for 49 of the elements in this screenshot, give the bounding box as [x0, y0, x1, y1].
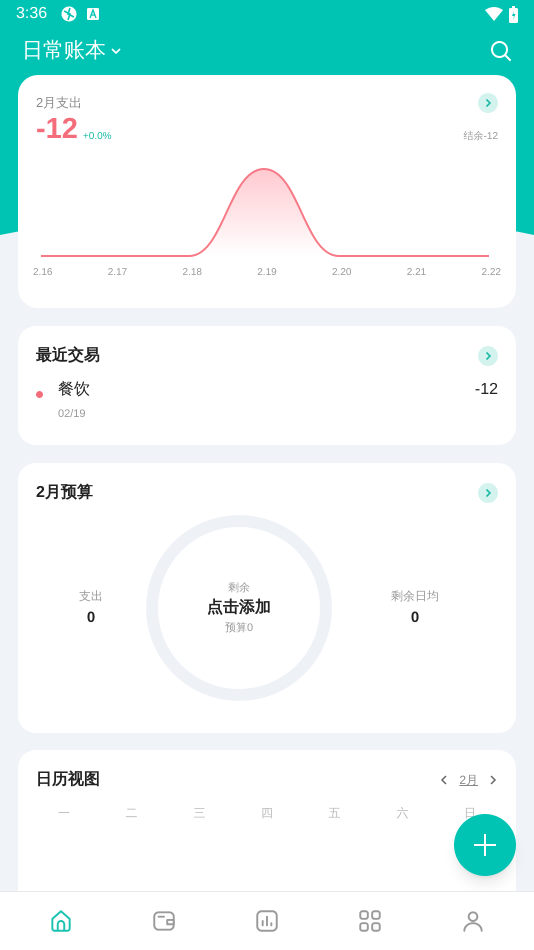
next-month-icon[interactable] [488, 774, 498, 786]
battery-icon [509, 6, 518, 22]
card-title: 日历视图 [36, 769, 100, 790]
weekday-label: 四 [260, 805, 274, 822]
stat-value: 0 [86, 608, 96, 628]
stat-label: 支出 [79, 588, 103, 605]
weekday-label: 二 [124, 805, 139, 822]
chevron-button[interactable] [478, 93, 498, 113]
search-icon[interactable] [490, 40, 512, 62]
axis-label: 2.17 [108, 266, 128, 280]
keyboard-icon [87, 8, 100, 20]
wifi-icon [485, 7, 503, 21]
axis-label: 2.22 [482, 266, 501, 280]
weekday-label: 五 [328, 805, 342, 822]
status-time: 3:36 [16, 4, 48, 24]
budget-ring[interactable]: 剩余 点击添加 预算0 [146, 515, 332, 701]
weekday-label: 六 [395, 805, 410, 822]
chart-icon [254, 908, 280, 934]
category-name: 餐饮 [58, 380, 90, 400]
stat-value: 0 [410, 608, 420, 628]
axis-label: 2.18 [182, 266, 202, 280]
axis-label: 2.19 [257, 266, 277, 280]
transaction-row[interactable]: 餐饮 02/19 -12 [36, 378, 498, 422]
card-title: 2月支出 [36, 94, 82, 112]
chevron-icon [483, 488, 493, 498]
axis-label: 2.16 [33, 266, 52, 280]
expense-amount: -12 [36, 115, 78, 144]
chevron-button[interactable] [478, 483, 498, 503]
plus-icon [473, 833, 497, 857]
month-link[interactable]: 2月 [459, 771, 478, 789]
chevron-button[interactable] [478, 346, 498, 366]
change-percent: +0.0% [82, 130, 112, 144]
card-title: 2月预算 [36, 482, 93, 503]
axis-label: 2.20 [332, 266, 352, 280]
transaction-date: 02/19 [58, 407, 87, 422]
add-budget-text: 点击添加 [207, 598, 271, 618]
weekday-label: 一 [56, 805, 71, 822]
stat-label: 剩余日均 [391, 588, 439, 605]
chevron-icon [483, 351, 493, 361]
transaction-amount: -12 [474, 380, 498, 400]
budget-amount: 预算0 [224, 621, 254, 636]
chevron-icon [483, 98, 493, 108]
ring-caption: 剩余 [228, 580, 250, 596]
card-title: 最近交易 [36, 345, 100, 366]
grid-icon [356, 908, 383, 934]
weekday-label: 三 [192, 805, 206, 822]
axis-label: 2.21 [406, 266, 426, 280]
previous-month-icon[interactable] [439, 774, 450, 786]
balance-text: 结余-12 [464, 130, 498, 144]
